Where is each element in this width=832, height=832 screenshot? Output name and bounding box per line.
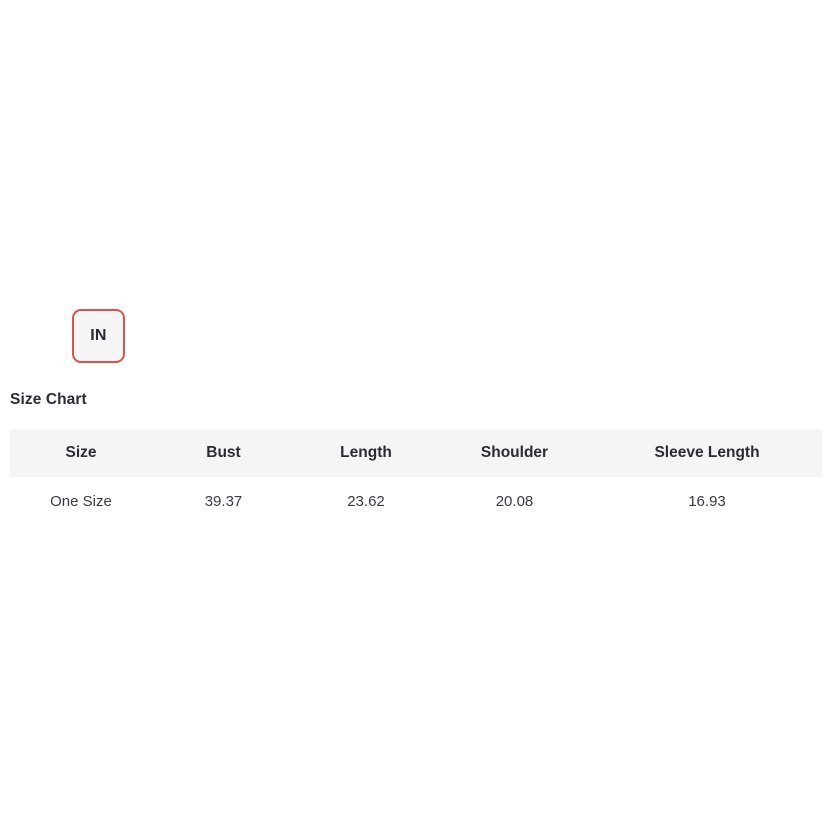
table-body: One Size 39.37 23.62 20.08 16.93	[10, 477, 822, 525]
page-title: Size Chart	[10, 391, 87, 408]
cell-shoulder: 20.08	[495, 492, 534, 510]
cell-size: One Size	[50, 492, 112, 510]
column-header-shoulder: Shoulder	[480, 444, 549, 461]
size-chart-table-container: Size Bust Length Shoulder Sleeve Length …	[10, 429, 822, 525]
size-chart-table: Size Bust Length Shoulder Sleeve Length …	[10, 429, 822, 525]
table-row: One Size 39.37 23.62 20.08 16.93	[10, 477, 822, 525]
column-header-size: Size	[65, 444, 97, 461]
table-header: Size Bust Length Shoulder Sleeve Length	[10, 429, 822, 477]
unit-toggle-in-button[interactable]: IN	[72, 309, 125, 363]
column-header-sleeve-length: Sleeve Length	[654, 444, 760, 461]
cell-length: 23.62	[347, 492, 385, 510]
cell-bust: 39.37	[204, 492, 243, 510]
unit-toggle-group: IN	[72, 309, 125, 363]
table-header-row: Size Bust Length Shoulder Sleeve Length	[10, 429, 822, 477]
column-header-length: Length	[340, 444, 392, 461]
size-chart-page: IN Size Chart Size Bust Length Shoulder …	[0, 0, 832, 832]
cell-sleeve-length: 16.93	[688, 492, 726, 510]
column-header-bust: Bust	[206, 444, 241, 461]
